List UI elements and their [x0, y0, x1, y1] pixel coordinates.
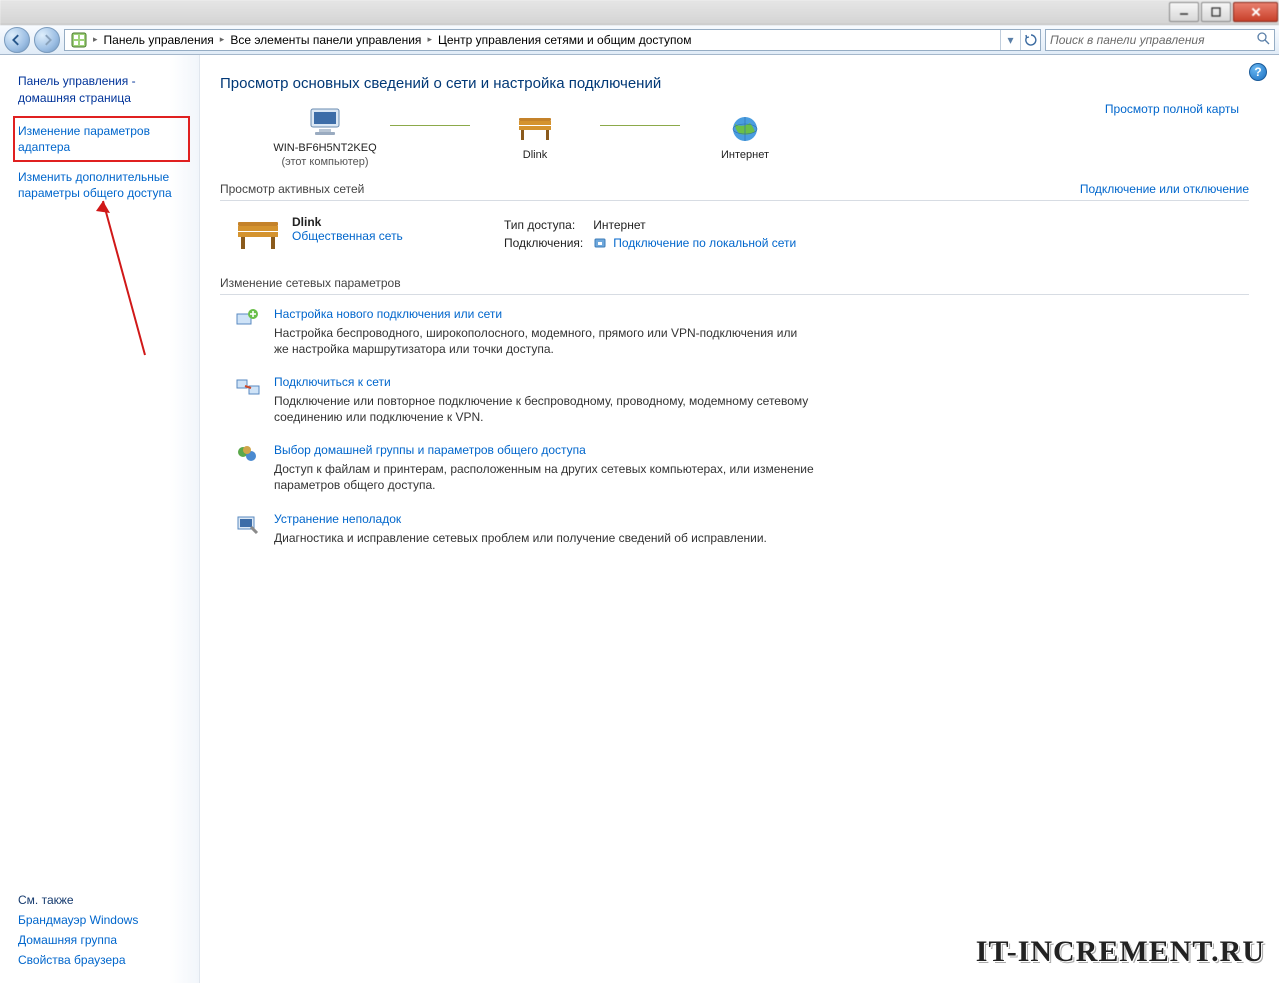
sidebar-home-link[interactable]: Панель управления - домашняя страница: [18, 73, 185, 107]
sidebar-adapter-settings-link[interactable]: Изменение параметров адаптера: [18, 121, 185, 157]
window-close-button[interactable]: [1233, 2, 1278, 22]
breadcrumb-dropdown-button[interactable]: ▾: [1000, 30, 1020, 50]
network-name: Dlink: [292, 215, 502, 229]
nav-back-button[interactable]: [4, 27, 30, 53]
sidebar: Панель управления - домашняя страница Из…: [0, 55, 200, 983]
sidebar-homegroup-link[interactable]: Домашняя группа: [18, 933, 185, 947]
breadcrumb-control-panel[interactable]: Панель управления: [100, 30, 218, 50]
chevron-right-icon: ▸: [91, 34, 100, 45]
help-icon[interactable]: ?: [1249, 63, 1267, 81]
chevron-right-icon: ▸: [425, 34, 434, 45]
homegroup-icon: [234, 443, 262, 467]
task-new-connection: Настройка нового подключения или сети На…: [220, 307, 1249, 357]
map-node-internet: Интернет: [680, 113, 810, 163]
troubleshoot-icon: [234, 512, 262, 536]
map-node-this-pc: WIN-BF6H5NT2KEQ(этот компьютер): [260, 106, 390, 170]
watermark: IT-INCREMENT.RU: [976, 935, 1265, 969]
connect-disconnect-link[interactable]: Подключение или отключение: [1080, 182, 1249, 196]
sidebar-sharing-settings-link[interactable]: Изменить дополнительные параметры общего…: [18, 169, 185, 201]
breadcrumb-all-items[interactable]: Все элементы панели управления: [226, 30, 425, 50]
search-icon: [1257, 32, 1270, 48]
refresh-button[interactable]: [1020, 30, 1040, 50]
bench-icon: [515, 113, 555, 145]
map-node-router: Dlink: [470, 113, 600, 163]
active-network-block: Dlink Общественная сеть Тип доступа: Инт…: [220, 209, 1249, 272]
content-area: ? Просмотр основных сведений о сети и на…: [200, 55, 1279, 983]
ethernet-icon: [593, 236, 607, 253]
computer-icon: [305, 106, 345, 138]
task-connect-network: Подключиться к сети Подключение или повт…: [220, 375, 1249, 425]
page-title: Просмотр основных сведений о сети и наст…: [220, 75, 1249, 92]
network-type-link[interactable]: Общественная сеть: [292, 229, 403, 243]
map-connector: [600, 125, 680, 126]
sidebar-seealso-header: См. также: [18, 893, 185, 907]
network-bench-icon: [234, 215, 282, 255]
search-input[interactable]: Поиск в панели управления: [1045, 29, 1275, 51]
window-minimize-button[interactable]: [1169, 2, 1199, 22]
control-panel-icon: [71, 32, 87, 48]
new-connection-icon: [234, 307, 262, 331]
tasks-list: Настройка нового подключения или сети На…: [220, 303, 1249, 546]
search-placeholder: Поиск в панели управления: [1050, 33, 1205, 47]
lan-connection-link[interactable]: Подключение по локальной сети: [613, 236, 796, 250]
breadcrumb[interactable]: ▸ Панель управления ▸ Все элементы панел…: [64, 29, 1041, 51]
change-settings-header: Изменение сетевых параметров: [220, 272, 1249, 295]
map-connector: [390, 125, 470, 126]
view-full-map-link[interactable]: Просмотр полной карты: [1105, 102, 1239, 116]
task-homegroup: Выбор домашней группы и параметров общег…: [220, 443, 1249, 493]
access-type-value: Интернет: [593, 217, 804, 233]
chevron-right-icon: ▸: [218, 34, 227, 45]
connect-network-icon: [234, 375, 262, 399]
window-maximize-button[interactable]: [1201, 2, 1231, 22]
network-map: Просмотр полной карты WIN-BF6H5NT2KEQ(эт…: [220, 106, 1249, 178]
annotation-arrow: [85, 195, 165, 365]
breadcrumb-network-center[interactable]: Центр управления сетями и общим доступом: [434, 30, 696, 50]
sidebar-firewall-link[interactable]: Брандмауэр Windows: [18, 913, 185, 927]
nav-forward-button[interactable]: [34, 27, 60, 53]
address-bar: ▸ Панель управления ▸ Все элементы панел…: [0, 25, 1279, 55]
window-titlebar: [0, 0, 1279, 25]
sidebar-browser-props-link[interactable]: Свойства браузера: [18, 953, 185, 967]
globe-icon: [725, 113, 765, 145]
access-type-label: Тип доступа:: [504, 217, 591, 233]
connections-label: Подключения:: [504, 235, 591, 254]
task-troubleshoot: Устранение неполадок Диагностика и испра…: [220, 512, 1249, 546]
active-networks-header: Просмотр активных сетей Подключение или …: [220, 178, 1249, 201]
